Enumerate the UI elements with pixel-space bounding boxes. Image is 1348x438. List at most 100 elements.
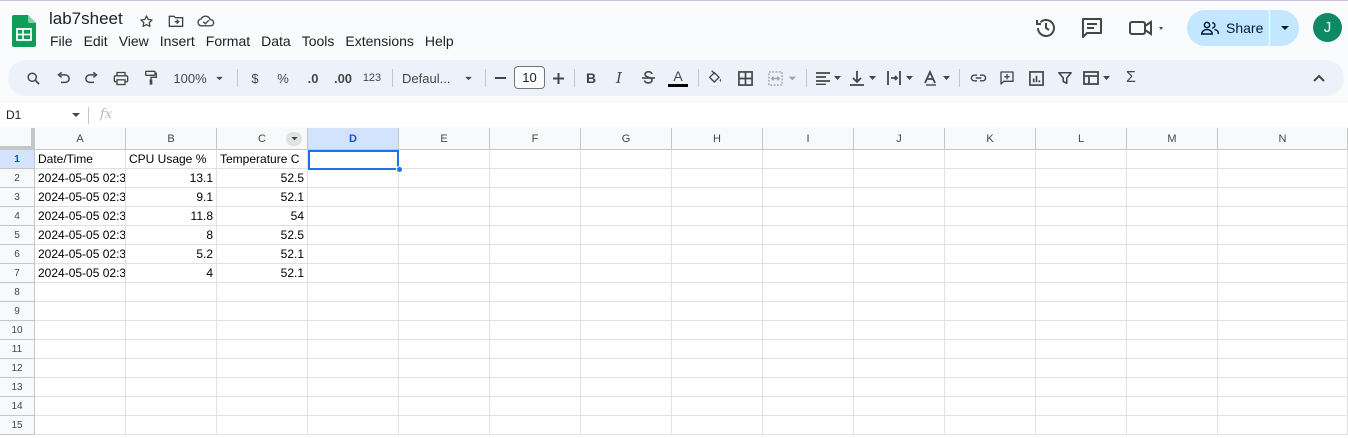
row-header-10[interactable]: 10 <box>0 321 35 340</box>
cell-e9[interactable] <box>399 302 490 321</box>
font-dropdown-icon[interactable] <box>462 60 474 96</box>
cell-k7[interactable] <box>945 264 1036 283</box>
cell-m11[interactable] <box>1127 340 1218 359</box>
row-header-4[interactable]: 4 <box>0 207 35 226</box>
decrease-font-size-icon[interactable] <box>493 60 507 96</box>
text-color-icon[interactable]: A <box>668 60 688 96</box>
row-header-14[interactable]: 14 <box>0 397 35 416</box>
cell-d2[interactable] <box>308 169 399 188</box>
cell-a11[interactable] <box>35 340 126 359</box>
cell-m5[interactable] <box>1127 226 1218 245</box>
cell-h11[interactable] <box>672 340 763 359</box>
borders-icon[interactable] <box>736 60 754 96</box>
cell-g1[interactable] <box>581 150 672 169</box>
cell-i15[interactable] <box>763 416 854 435</box>
decrease-decimal-button[interactable]: .0 <box>302 60 324 96</box>
cell-n8[interactable] <box>1218 283 1348 302</box>
formula-input[interactable] <box>124 107 1324 123</box>
document-title[interactable]: lab7sheet <box>49 9 123 29</box>
cell-d8[interactable] <box>308 283 399 302</box>
cloud-saved-icon[interactable] <box>196 11 216 31</box>
cell-g6[interactable] <box>581 245 672 264</box>
increase-decimal-button[interactable]: .00 <box>330 60 356 96</box>
cell-k6[interactable] <box>945 245 1036 264</box>
cell-h6[interactable] <box>672 245 763 264</box>
cell-l2[interactable] <box>1036 169 1127 188</box>
cell-a1[interactable]: Date/Time <box>35 150 126 169</box>
cell-d3[interactable] <box>308 188 399 207</box>
cell-g2[interactable] <box>581 169 672 188</box>
column-header-f[interactable]: F <box>490 128 581 150</box>
text-rotation-icon[interactable] <box>922 60 954 96</box>
filter-views-icon[interactable] <box>1082 60 1114 96</box>
cell-g14[interactable] <box>581 397 672 416</box>
undo-icon[interactable] <box>52 60 74 96</box>
cell-h5[interactable] <box>672 226 763 245</box>
cell-h4[interactable] <box>672 207 763 226</box>
cell-g10[interactable] <box>581 321 672 340</box>
row-header-13[interactable]: 13 <box>0 378 35 397</box>
cell-j3[interactable] <box>854 188 945 207</box>
cell-b13[interactable] <box>126 378 217 397</box>
cell-b6[interactable]: 5.2 <box>126 245 217 264</box>
cell-i2[interactable] <box>763 169 854 188</box>
meet-icon[interactable] <box>1128 10 1168 46</box>
cell-n5[interactable] <box>1218 226 1348 245</box>
cell-k4[interactable] <box>945 207 1036 226</box>
cell-l8[interactable] <box>1036 283 1127 302</box>
cell-n2[interactable] <box>1218 169 1348 188</box>
column-c-menu-dropdown-icon[interactable] <box>286 132 302 146</box>
currency-format-button[interactable]: $ <box>246 60 264 96</box>
cell-f11[interactable] <box>490 340 581 359</box>
font-size-input[interactable]: 10 <box>514 66 545 89</box>
menu-edit[interactable]: Edit <box>84 33 108 49</box>
menu-data[interactable]: Data <box>261 33 291 49</box>
row-header-7[interactable]: 7 <box>0 264 35 283</box>
cell-j6[interactable] <box>854 245 945 264</box>
cell-a4[interactable]: 2024-05-05 02:3 <box>35 207 126 226</box>
text-wrapping-icon[interactable] <box>885 60 917 96</box>
column-header-n[interactable]: N <box>1218 128 1348 150</box>
cell-j5[interactable] <box>854 226 945 245</box>
cell-e7[interactable] <box>399 264 490 283</box>
filter-icon[interactable] <box>1055 60 1075 96</box>
cell-f9[interactable] <box>490 302 581 321</box>
cell-b3[interactable]: 9.1 <box>126 188 217 207</box>
zoom-select[interactable]: 100% <box>170 60 210 96</box>
select-all-corner[interactable] <box>0 128 35 150</box>
cell-l1[interactable] <box>1036 150 1127 169</box>
cell-c14[interactable] <box>217 397 308 416</box>
cell-k3[interactable] <box>945 188 1036 207</box>
cell-l15[interactable] <box>1036 416 1127 435</box>
cell-e10[interactable] <box>399 321 490 340</box>
cell-n7[interactable] <box>1218 264 1348 283</box>
cell-l3[interactable] <box>1036 188 1127 207</box>
row-header-1[interactable]: 1 <box>0 150 35 169</box>
cell-k15[interactable] <box>945 416 1036 435</box>
cell-h13[interactable] <box>672 378 763 397</box>
cell-b1[interactable]: CPU Usage % <box>126 150 217 169</box>
cell-m2[interactable] <box>1127 169 1218 188</box>
cell-c15[interactable] <box>217 416 308 435</box>
cell-n15[interactable] <box>1218 416 1348 435</box>
cell-k9[interactable] <box>945 302 1036 321</box>
cell-m12[interactable] <box>1127 359 1218 378</box>
cell-e15[interactable] <box>399 416 490 435</box>
cell-m14[interactable] <box>1127 397 1218 416</box>
star-icon[interactable] <box>136 11 156 31</box>
cell-d9[interactable] <box>308 302 399 321</box>
cell-h10[interactable] <box>672 321 763 340</box>
italic-icon[interactable]: I <box>611 60 627 96</box>
cell-n11[interactable] <box>1218 340 1348 359</box>
cell-g12[interactable] <box>581 359 672 378</box>
cell-d4[interactable] <box>308 207 399 226</box>
cell-i12[interactable] <box>763 359 854 378</box>
cell-f7[interactable] <box>490 264 581 283</box>
cell-f8[interactable] <box>490 283 581 302</box>
cell-k14[interactable] <box>945 397 1036 416</box>
cell-d13[interactable] <box>308 378 399 397</box>
cell-g4[interactable] <box>581 207 672 226</box>
cell-j15[interactable] <box>854 416 945 435</box>
move-folder-icon[interactable] <box>166 11 186 31</box>
cell-a9[interactable] <box>35 302 126 321</box>
